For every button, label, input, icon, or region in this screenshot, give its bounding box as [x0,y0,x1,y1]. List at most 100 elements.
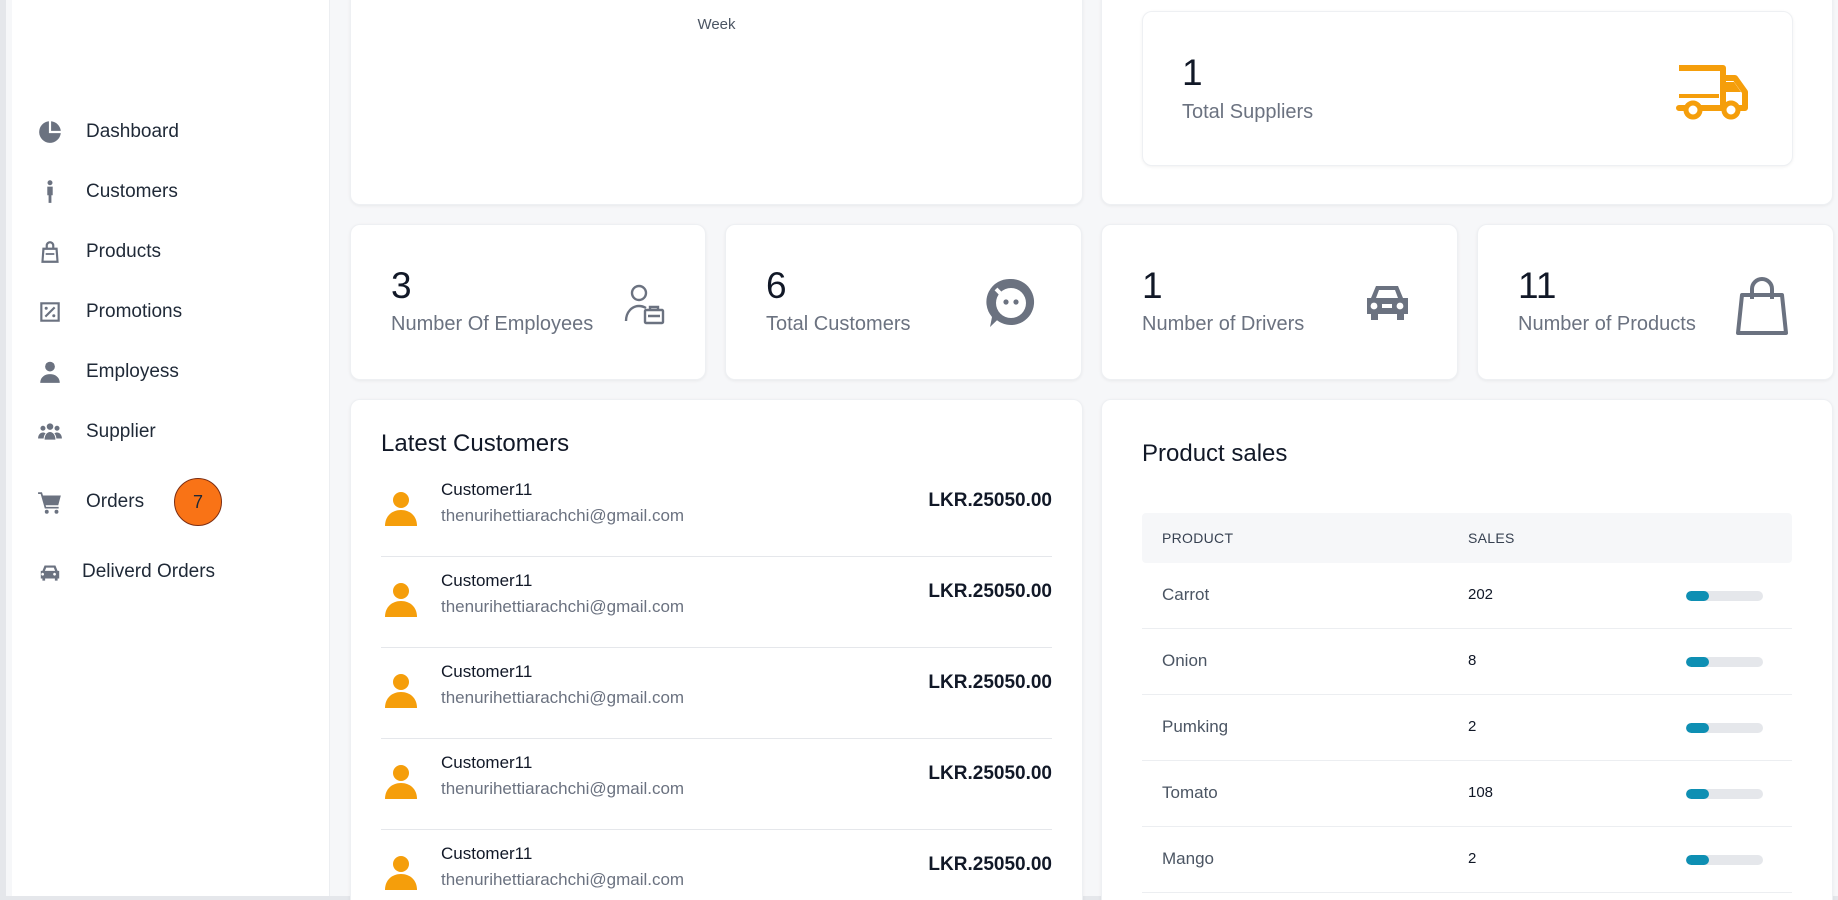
customer-email: thenurihettiarachchi@gmail.com [441,506,685,525]
car-icon [1360,283,1414,323]
cart-icon [36,488,64,516]
employees-card: 3 Number Of Employees [350,224,706,380]
product-sales-value: 202 [1468,586,1494,603]
list-item[interactable]: Customer11 thenurihettiarachchi@gmail.co… [381,466,1052,557]
sidebar-item-dashboard[interactable]: Dashboard [36,112,179,152]
customer-name: Customer11 [441,662,533,681]
products-label: Number of Products [1518,313,1696,335]
suppliers-panel: 1 Total Suppliers [1101,0,1833,205]
column-header-sales: SALES [1468,530,1515,546]
customers-count: 6 [766,265,787,306]
column-header-product: PRODUCT [1162,530,1234,546]
sidebar-item-supplier[interactable]: Supplier [36,412,156,452]
product-sales-value: 108 [1468,784,1494,801]
employee-badge-icon [623,283,665,325]
products-count: 11 [1518,265,1557,306]
sidebar: Dashboard Customers Products Promotions … [12,0,330,896]
sidebar-item-label: Employess [86,361,179,382]
sales-progress-bar [1686,657,1763,667]
shopping-bag-icon [36,238,64,266]
suppliers-label: Total Suppliers [1182,101,1314,123]
products-card: 11 Number of Products [1477,224,1834,380]
sidebar-item-label: Dashboard [86,121,179,142]
sidebar-item-label: Orders [86,491,145,512]
sales-progress-fill [1686,591,1710,601]
app-frame: Dashboard Customers Products Promotions … [0,0,1838,900]
sidebar-item-label: Supplier [86,421,156,442]
list-item[interactable]: Customer11 thenurihettiarachchi@gmail.co… [381,557,1052,648]
product-sales-card: Product sales PRODUCT SALES Carrot 202 O… [1101,399,1833,900]
product-name: Tomato [1162,783,1218,802]
customer-name: Customer11 [441,844,533,863]
sidebar-item-products[interactable]: Products [36,232,161,272]
sidebar-item-promotions[interactable]: Promotions [36,292,182,332]
user-avatar-icon [385,765,417,799]
car-icon [36,558,64,586]
drivers-label: Number of Drivers [1142,313,1305,335]
product-sales-title: Product sales [1142,440,1288,467]
drivers-count: 1 [1142,265,1163,306]
table-header: PRODUCT SALES [1142,513,1792,563]
table-row: Pumking 2 [1142,695,1792,761]
users-group-icon [36,418,64,446]
truck-icon [1673,64,1749,120]
customer-name: Customer11 [441,480,533,499]
user-avatar-icon [385,674,417,708]
sales-progress-bar [1686,591,1763,601]
sidebar-item-employess[interactable]: Employess [36,352,179,392]
sidebar-item-deliverd-orders[interactable]: Deliverd Orders [36,552,215,592]
customer-amount: LKR.25050.00 [928,672,1052,693]
user-avatar-icon [385,583,417,617]
product-sales-value: 2 [1468,850,1477,867]
product-name: Mango [1162,849,1214,868]
sales-progress-fill [1686,855,1710,865]
list-item[interactable]: Customer11 thenurihettiarachchi@gmail.co… [381,739,1052,830]
customer-amount: LKR.25050.00 [928,854,1052,875]
sales-progress-bar [1686,789,1763,799]
employees-count: 3 [391,265,412,306]
sales-progress-bar [1686,855,1763,865]
product-name: Carrot [1162,585,1210,604]
list-item[interactable]: Customer11 thenurihettiarachchi@gmail.co… [381,648,1052,739]
customers-card: 6 Total Customers [725,224,1082,380]
customer-name: Customer11 [441,571,533,590]
pie-chart-icon [36,118,64,146]
customer-email: thenurihettiarachchi@gmail.com [441,779,685,798]
sales-progress-fill [1686,723,1710,733]
customer-amount: LKR.25050.00 [928,581,1052,602]
user-icon [36,358,64,386]
user-avatar-icon [385,856,417,890]
product-sales-value: 8 [1468,652,1477,669]
drivers-card: 1 Number of Drivers [1101,224,1458,380]
chat-bubble-icon [984,275,1038,331]
sales-progress-bar [1686,723,1763,733]
customer-amount: LKR.25050.00 [928,490,1052,511]
sidebar-item-label: Promotions [86,301,183,322]
customer-email: thenurihettiarachchi@gmail.com [441,870,685,889]
sidebar-item-label: Customers [86,181,178,202]
orders-count-badge: 7 [174,478,222,526]
list-item[interactable]: Customer11 thenurihettiarachchi@gmail.co… [381,830,1052,900]
latest-customers-title: Latest Customers [381,430,570,457]
person-standing-icon [36,178,64,206]
customer-email: thenurihettiarachchi@gmail.com [441,597,685,616]
product-name: Onion [1162,651,1208,670]
sidebar-item-orders[interactable]: Orders [36,482,144,522]
percent-tag-icon [36,298,64,326]
table-row: Mango 2 [1142,827,1792,893]
sidebar-item-customers[interactable]: Customers [36,172,178,212]
table-row: Carrot 202 [1142,563,1792,629]
sales-progress-fill [1686,657,1710,667]
customers-label: Total Customers [766,313,911,335]
chart-x-axis-label: Week [697,16,736,33]
product-name: Pumking [1162,717,1229,736]
suppliers-count: 1 [1182,52,1203,93]
sidebar-item-label: Deliverd Orders [82,561,216,582]
sales-progress-fill [1686,789,1710,799]
employees-label: Number Of Employees [391,313,594,335]
product-sales-value: 2 [1468,718,1477,735]
shopping-bag-icon [1734,273,1790,337]
customer-name: Customer11 [441,753,533,772]
sidebar-item-label: Products [86,241,161,262]
suppliers-card: 1 Total Suppliers [1142,11,1793,166]
